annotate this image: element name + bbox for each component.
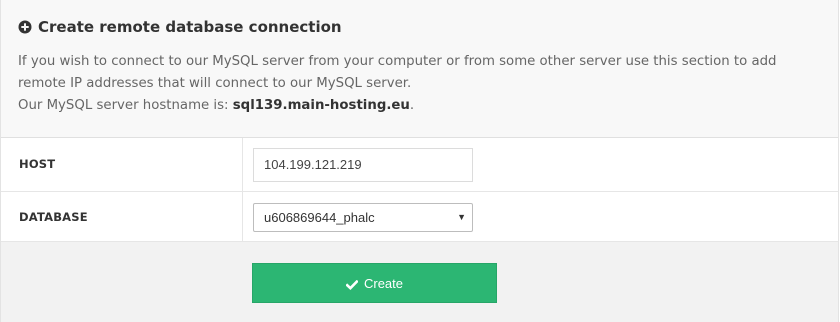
host-input[interactable]: 104.199.121.219	[253, 148, 473, 182]
remote-db-panel: Create remote database connection If you…	[0, 0, 839, 322]
hostname-value: sql139.main-hosting.eu	[232, 98, 410, 113]
database-label: DATABASE	[19, 210, 88, 224]
panel-title: Create remote database connection	[18, 16, 342, 38]
form-footer: Create	[1, 242, 838, 322]
host-row: HOST 104.199.121.219	[1, 138, 838, 192]
create-button[interactable]: Create	[252, 263, 497, 303]
check-icon	[345, 278, 359, 291]
host-label: HOST	[19, 157, 56, 171]
database-select[interactable]: u606869644_phalc ▼	[253, 203, 473, 232]
panel-header: Create remote database connection If you…	[1, 0, 838, 138]
create-button-label: Create	[363, 275, 404, 291]
panel-title-text: Create remote database connection	[38, 18, 342, 36]
database-row: DATABASE u606869644_phalc ▼	[1, 192, 838, 242]
hostname-line: Our MySQL server hostname is: sql139.mai…	[18, 95, 414, 117]
panel-description: If you wish to connect to our MySQL serv…	[18, 54, 777, 91]
hostname-suffix: .	[409, 98, 415, 113]
row-divider	[242, 138, 243, 191]
row-divider	[242, 192, 243, 241]
database-select-value: u606869644_phalc	[264, 210, 375, 225]
plus-circle-icon	[18, 20, 32, 34]
dropdown-arrow-icon: ▼	[457, 212, 466, 222]
hostname-prefix: Our MySQL server hostname is:	[18, 98, 233, 113]
